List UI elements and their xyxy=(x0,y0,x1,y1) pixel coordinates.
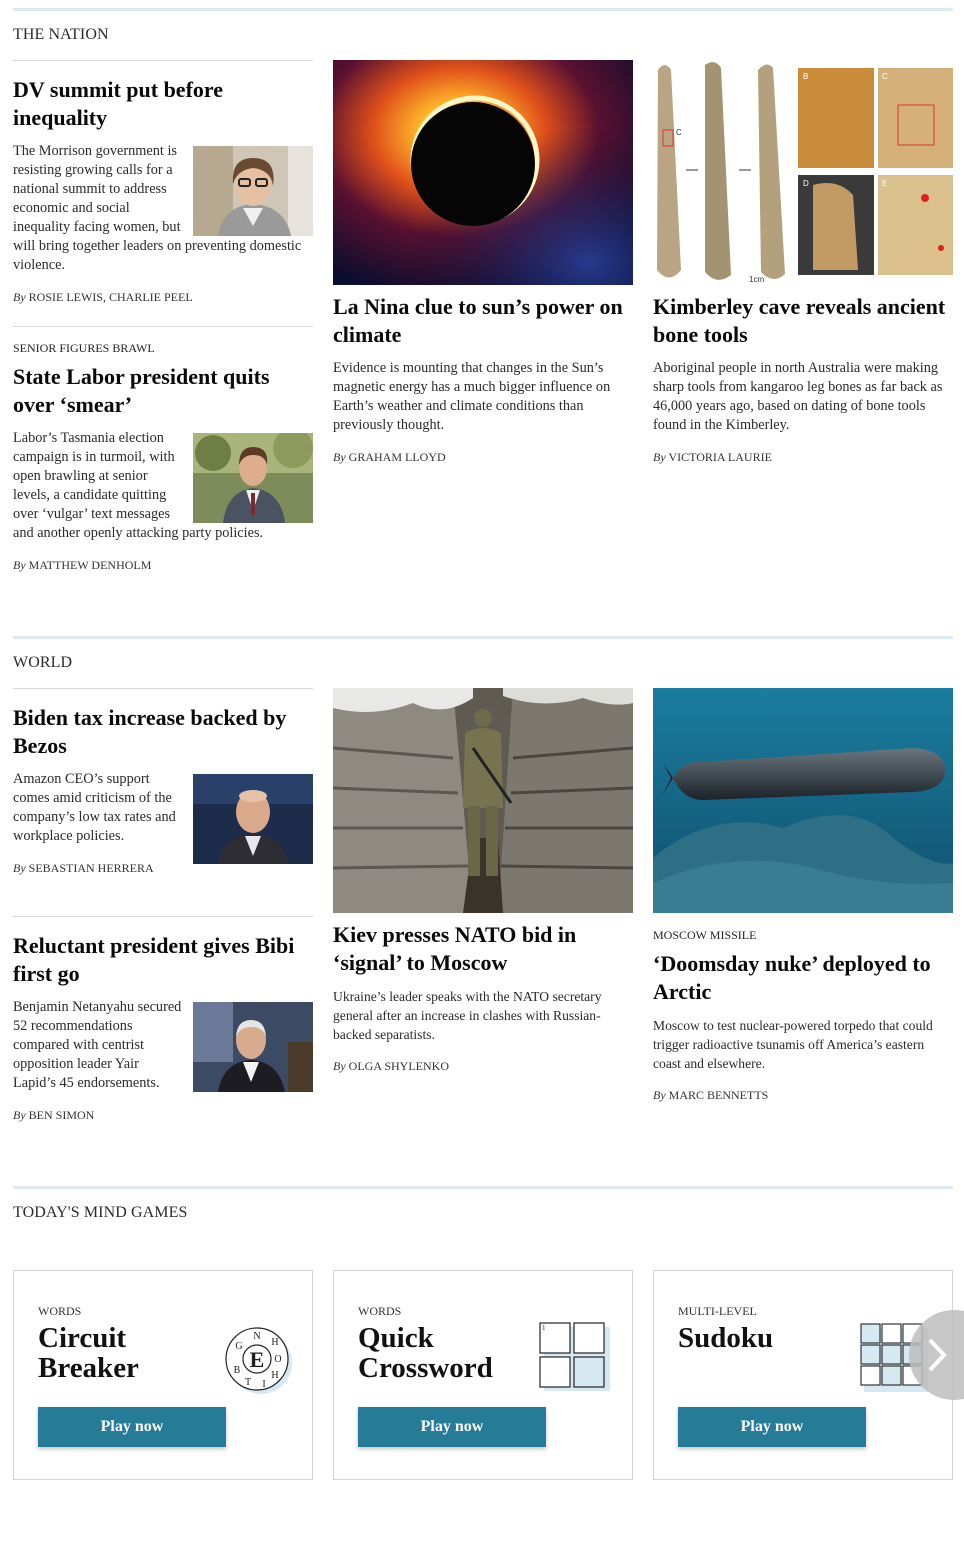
nation-second-story: SENIOR FIGURES BRAWL State Labor preside… xyxy=(13,341,313,573)
nation-section: THE NATION xyxy=(13,8,953,43)
ring-letter-4: H xyxy=(271,1370,278,1381)
story-summary: Aboriginal people in north Australia wer… xyxy=(653,360,943,433)
ring-letter-5: I xyxy=(262,1379,265,1390)
story-kicker: MOSCOW MISSILE xyxy=(653,928,757,942)
game-kicker: WORDS xyxy=(38,1304,82,1318)
ring-letter-3: O xyxy=(274,1354,281,1365)
author-link[interactable]: SEBASTIAN HERRERA xyxy=(29,861,154,875)
author-link[interactable]: MARC BENNETTS xyxy=(669,1088,769,1102)
center-letter: E xyxy=(250,1347,265,1372)
divider xyxy=(13,916,313,917)
headline-link[interactable]: La Nina clue to sun’s power on climate xyxy=(333,293,633,349)
byline: By ROSIE LEWIS, CHARLIE PEEL xyxy=(13,290,193,304)
divider xyxy=(13,326,313,327)
panel-label-c: C xyxy=(882,72,888,81)
story-thumbnail[interactable] xyxy=(193,428,313,523)
author-link[interactable]: GRAHAM LLOYD xyxy=(349,450,446,464)
play-now-button[interactable]: Play now xyxy=(678,1407,866,1447)
trench-image[interactable] xyxy=(332,688,634,913)
headline-link[interactable]: Biden tax increase backed by Bezos xyxy=(13,704,313,760)
section-title[interactable]: TODAY'S MIND GAMES xyxy=(13,1204,188,1222)
panel-label-e: E xyxy=(882,179,887,188)
nation-lead-story: DV summit put before inequality The Morr… xyxy=(13,76,313,305)
summary-text: Benjamin Netanyahu secured 52 recommenda… xyxy=(13,999,182,1091)
headline-link[interactable]: DV summit put before inequality xyxy=(13,76,313,132)
story-summary: Amazon CEO’s support comes amid criticis… xyxy=(13,770,313,864)
scale-label: 1cm xyxy=(749,275,764,284)
ring-letter-2: H xyxy=(271,1337,278,1348)
author-link[interactable]: OLGA SHYLENKO xyxy=(349,1059,449,1073)
section-divider xyxy=(13,8,953,11)
cell-number: 1 xyxy=(542,1324,546,1332)
story-thumbnail[interactable] xyxy=(193,774,313,864)
byline: By BEN SIMON xyxy=(13,1108,95,1122)
carousel-next-button[interactable] xyxy=(904,1310,964,1400)
panel-label-d: D xyxy=(803,179,809,188)
story-summary: Labor’s Tasmania election campaign is in… xyxy=(13,428,313,543)
story-summary: The Morrison government is resisting gro… xyxy=(13,142,313,275)
world-torpedo-story: MOSCOW MISSILE ‘Doomsday nuke’ deployed … xyxy=(653,688,953,1103)
story-summary: Benjamin Netanyahu secured 52 recommenda… xyxy=(13,998,313,1093)
game-title[interactable]: Quick Crossword xyxy=(358,1323,528,1383)
byline: By VICTORIA LAURIE xyxy=(653,450,772,464)
panel-label-b: B xyxy=(803,72,808,81)
story-thumbnail[interactable] xyxy=(193,146,313,236)
story-summary: Ukraine’s leader speaks with the NATO se… xyxy=(333,989,602,1042)
game-kicker: WORDS xyxy=(358,1304,402,1318)
world-second-story: Reluctant president gives Bibi first go … xyxy=(13,932,313,1123)
byline: By GRAHAM LLOYD xyxy=(333,450,446,464)
ring-letter-1: N xyxy=(253,1331,260,1342)
game-title[interactable]: Sudoku xyxy=(678,1323,848,1353)
world-section: WORLD xyxy=(13,636,953,671)
nation-bone-story: B C D E C 1cm Kimberley cave reveals anc… xyxy=(653,60,953,465)
section-title[interactable]: WORLD xyxy=(13,654,72,672)
circuit-breaker-icon: E N H O H I T B G xyxy=(222,1325,294,1397)
author-link[interactable]: BEN SIMON xyxy=(29,1108,95,1122)
torpedo-image[interactable] xyxy=(653,688,953,913)
eclipse-image[interactable] xyxy=(333,60,633,285)
byline: By OLGA SHYLENKO xyxy=(333,1059,449,1073)
headline-link[interactable]: State Labor president quits over ‘smear’ xyxy=(13,363,313,419)
headline-link[interactable]: Reluctant president gives Bibi first go xyxy=(13,932,313,988)
section-divider xyxy=(13,636,953,639)
ring-letter-6: T xyxy=(245,1377,251,1388)
headline-link[interactable]: Kimberley cave reveals ancient bone tool… xyxy=(653,293,953,349)
story-thumbnail[interactable] xyxy=(193,1002,313,1092)
author-link[interactable]: MATTHEW DENHOLM xyxy=(29,558,152,572)
play-now-button[interactable]: Play now xyxy=(38,1407,226,1447)
story-kicker: SENIOR FIGURES BRAWL xyxy=(13,341,155,355)
games-section: TODAY'S MIND GAMES xyxy=(13,1186,953,1221)
story-summary: Moscow to test nuclear-powered torpedo t… xyxy=(653,1018,933,1071)
game-card-quick-crossword[interactable]: WORDS Quick Crossword 1 Play now xyxy=(333,1270,633,1480)
headline-link[interactable]: Kiev presses NATO bid in ‘signal’ to Mos… xyxy=(333,921,633,977)
summary-text: Amazon CEO’s support comes amid criticis… xyxy=(13,771,176,844)
author-link[interactable]: ROSIE LEWIS, CHARLIE PEEL xyxy=(29,290,193,304)
game-title[interactable]: Circuit Breaker xyxy=(38,1323,208,1383)
headline-link[interactable]: ‘Doomsday nuke’ deployed to Arctic xyxy=(653,950,953,1006)
world-lead-story: Biden tax increase backed by Bezos Amazo… xyxy=(13,704,313,876)
game-card-circuit-breaker[interactable]: WORDS Circuit Breaker E N H O H I T B G … xyxy=(13,1270,313,1480)
game-kicker: MULTI-LEVEL xyxy=(678,1304,757,1318)
nation-eclipse-story: La Nina clue to sun’s power on climate E… xyxy=(333,60,633,465)
section-divider xyxy=(13,1186,953,1189)
play-now-button[interactable]: Play now xyxy=(358,1407,546,1447)
crossword-grid-icon: 1 xyxy=(539,1321,611,1393)
divider xyxy=(13,60,313,61)
byline: By MATTHEW DENHOLM xyxy=(13,558,152,572)
divider xyxy=(13,688,313,689)
ring-letter-7: B xyxy=(234,1365,241,1376)
author-link[interactable]: VICTORIA LAURIE xyxy=(668,450,771,464)
world-ukraine-story: Kiev presses NATO bid in ‘signal’ to Mos… xyxy=(332,688,634,1074)
byline: By MARC BENNETTS xyxy=(653,1088,769,1102)
marker-label-c: C xyxy=(676,128,682,137)
section-title[interactable]: THE NATION xyxy=(13,26,109,44)
bone-tools-image[interactable]: B C D E C 1cm xyxy=(653,60,953,285)
ring-letter-8: G xyxy=(235,1341,242,1352)
story-summary: Evidence is mounting that changes in the… xyxy=(333,360,611,433)
